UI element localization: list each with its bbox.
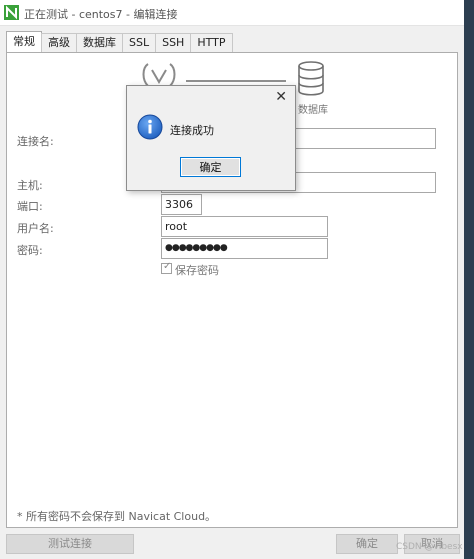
cloud-footnote: * 所有密码不会保存到 Navicat Cloud。: [17, 510, 217, 523]
host-label: 主机:: [17, 179, 43, 192]
tab-ssl[interactable]: SSL: [122, 33, 157, 52]
username-input[interactable]: root: [161, 216, 328, 237]
connection-name-label: 连接名:: [17, 135, 54, 148]
save-password-checkbox[interactable]: ✓: [161, 261, 172, 274]
ok-button[interactable]: 确定: [336, 534, 398, 554]
password-input[interactable]: ●●●●●●●●●: [161, 238, 328, 259]
tab-http[interactable]: HTTP: [190, 33, 233, 52]
save-password-label: 保存密码: [175, 264, 219, 277]
dialog-message: 连接成功: [170, 124, 214, 137]
title-bar: 正在测试 - centos7 - 编辑连接: [0, 0, 464, 26]
info-icon: [137, 114, 163, 140]
port-label: 端口:: [17, 200, 43, 213]
database-label: 数据库: [298, 105, 328, 116]
navicat-app-icon: [4, 5, 19, 20]
edit-connection-window: 正在测试 - centos7 - 编辑连接 常规 高级 数据库 SSL SSH …: [0, 0, 474, 559]
tab-bar: 常规 高级 数据库 SSL SSH HTTP: [6, 31, 233, 52]
username-label: 用户名:: [17, 222, 54, 235]
watermark: CSDN @vlbesx: [396, 542, 463, 552]
tab-database[interactable]: 数据库: [76, 33, 123, 52]
tab-general[interactable]: 常规: [6, 31, 42, 52]
window-title: 正在测试 - centos7 - 编辑连接: [24, 8, 178, 21]
success-dialog: ✕ 连接成功 确定: [126, 85, 296, 191]
password-label: 密码:: [17, 244, 43, 257]
database-icon: [298, 61, 324, 96]
dialog-ok-button[interactable]: 确定: [180, 157, 241, 177]
tab-advanced[interactable]: 高级: [41, 33, 77, 52]
background-window-edge: [464, 0, 474, 559]
connection-line: [186, 80, 286, 82]
port-input[interactable]: 3306: [161, 194, 202, 215]
test-connection-button[interactable]: 测试连接: [6, 534, 134, 554]
check-icon: ✓: [163, 261, 172, 272]
close-icon[interactable]: ✕: [275, 90, 287, 104]
tab-ssh[interactable]: SSH: [155, 33, 192, 52]
